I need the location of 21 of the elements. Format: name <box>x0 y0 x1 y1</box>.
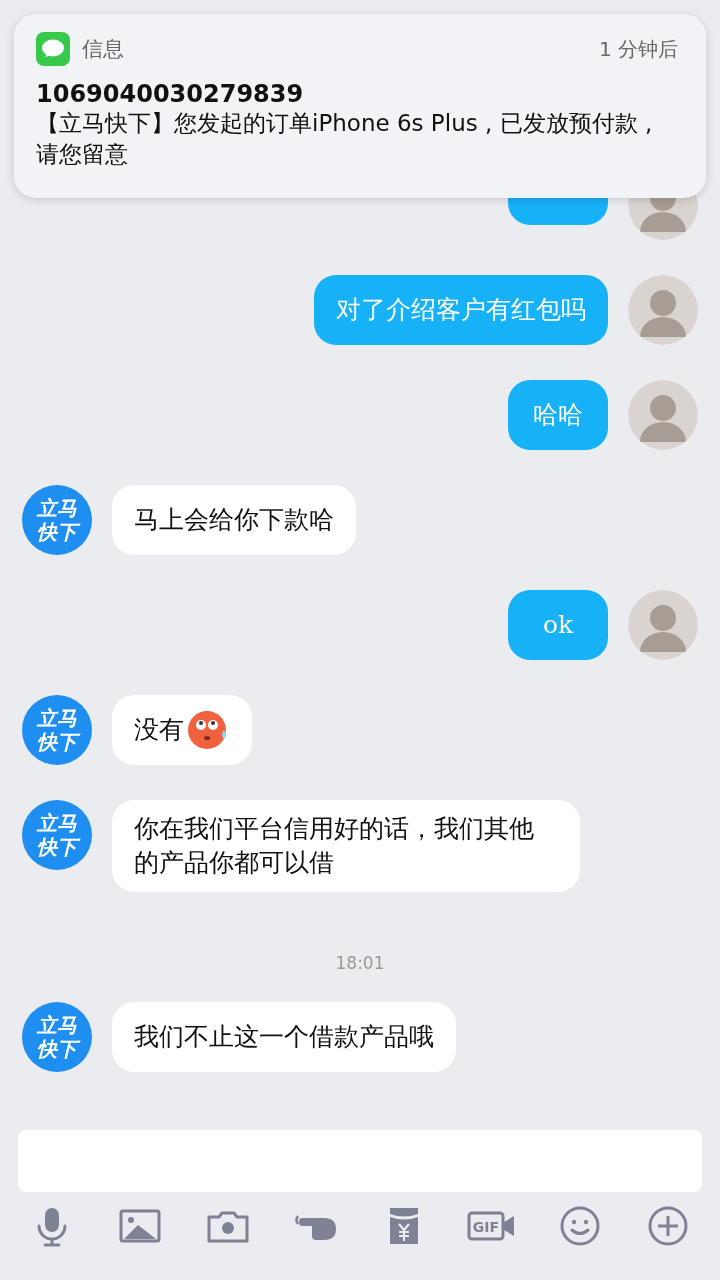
avatar-icon[interactable] <box>628 590 698 660</box>
avatar-logo[interactable]: 立马快下 <box>22 695 92 765</box>
sent-message: 对了介绍客户有红包吗 <box>314 275 608 345</box>
received-message: 你在我们平台信用好的话，我们其他的产品你都可以借 <box>112 800 580 892</box>
notification-time: 1 分钟后 <box>598 35 678 63</box>
notification-text: 【立马快下】您发起的订单iPhone 6s Plus , 已发放预付款 , 请您留意 <box>36 109 654 169</box>
timestamp: 18:01 <box>335 953 385 973</box>
received-message: 没有 <box>112 695 252 765</box>
avatar-icon[interactable] <box>628 380 698 450</box>
app-name: 信息 <box>82 36 125 63</box>
received-message: 我们不止这一个借款产品哦 <box>112 1002 456 1072</box>
sent-message: 哈哈 <box>508 380 608 450</box>
notification-banner[interactable]: 信息 1 分钟后 1069040030279839 【立马快下】您发起的订单iPhone 6s Plus , 已发放预付款 , 请您留意 <box>14 14 706 198</box>
avatar-logo[interactable]: 立马快下 <box>22 485 92 555</box>
received-message: 马上会给你下款哈 <box>112 485 356 555</box>
sent-message: ok <box>508 590 608 660</box>
avatar-logo[interactable]: 立马快下 <box>22 1002 92 1072</box>
avatar-icon[interactable] <box>628 275 698 345</box>
sender-number: 1069040030279839 <box>36 80 305 108</box>
avatar-logo[interactable]: 立马快下 <box>22 800 92 870</box>
message-app-icon <box>36 32 70 66</box>
